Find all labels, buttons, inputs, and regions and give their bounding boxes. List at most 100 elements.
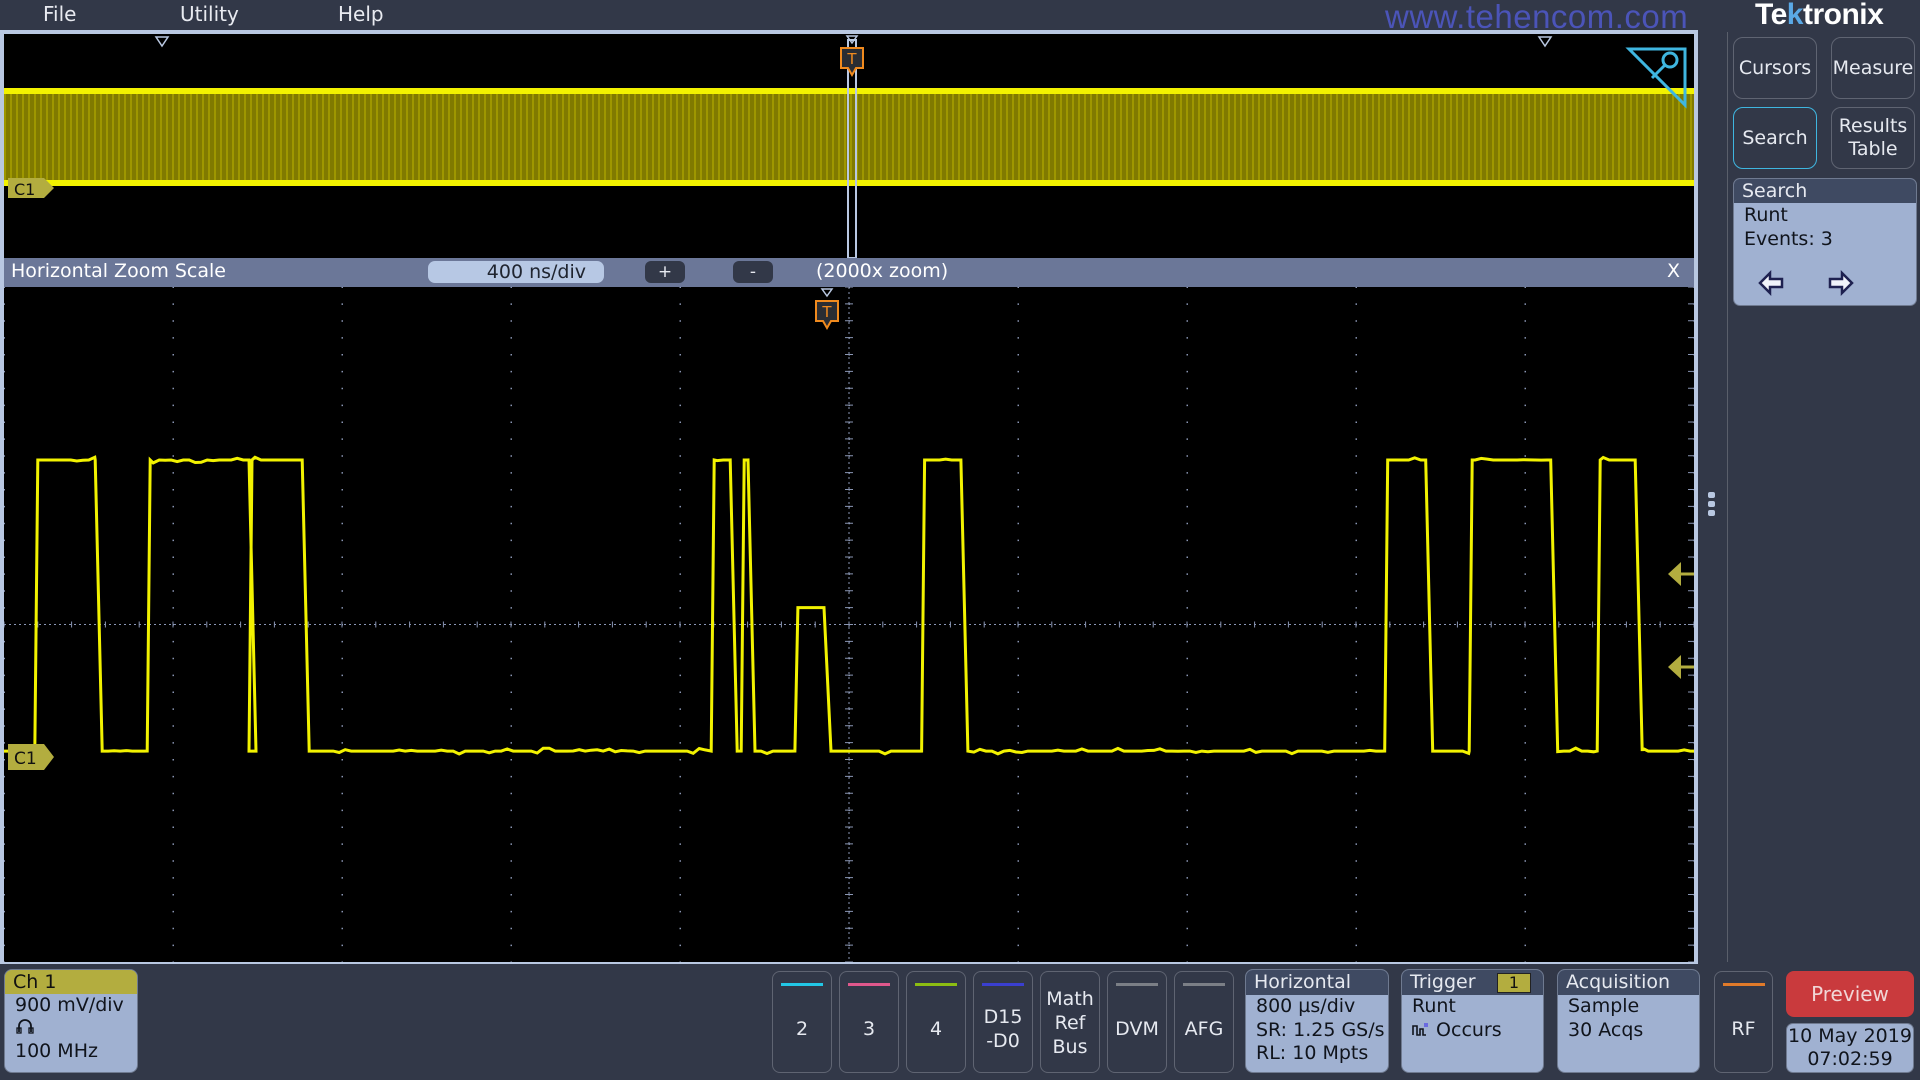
search-button[interactable]: Search	[1733, 107, 1817, 169]
grid-dot	[1524, 826, 1526, 828]
grid-dot	[679, 759, 681, 761]
grid-dot	[1186, 877, 1188, 879]
grid-dot	[172, 472, 174, 474]
grid-dot	[1017, 539, 1019, 542]
close-zoom-button[interactable]: X	[1667, 260, 1680, 282]
grid-dot	[1355, 489, 1357, 491]
grid-dot	[341, 961, 343, 962]
grid-dot	[1017, 725, 1019, 727]
logo-part: k	[1786, 0, 1804, 31]
grid-dot	[1017, 708, 1019, 710]
grid-dot	[341, 320, 343, 322]
channel-1-badge[interactable]: Ch 1 900 mV/div 100 MHz	[4, 969, 138, 1073]
menu-utility[interactable]: Utility	[180, 2, 239, 26]
grid-dot	[1186, 438, 1188, 440]
grid-dot	[679, 775, 681, 778]
grid-dot	[1355, 759, 1357, 761]
trigger-level-high-icon[interactable]	[1668, 562, 1694, 586]
runt-pulse-icon	[1412, 1022, 1428, 1036]
grid-dot	[510, 287, 512, 288]
trigger-badge[interactable]: Trigger 1 Runt Occurs	[1401, 969, 1544, 1073]
channel-2-button[interactable]: 2	[772, 971, 832, 1073]
grid-dot	[172, 455, 174, 457]
tektronix-logo: Tektronix	[1755, 0, 1884, 32]
dvm-label: DVM	[1115, 1018, 1159, 1040]
grid-dot	[4, 573, 5, 575]
grid-dot	[4, 674, 5, 677]
grid-dot	[172, 826, 174, 828]
channel-1-marker[interactable]: C1	[8, 744, 54, 770]
grid-dot	[1186, 539, 1188, 542]
grid-dot	[510, 877, 512, 879]
trigger-marker-icon[interactable]: T	[840, 47, 864, 78]
channel-4-button[interactable]: 4	[906, 971, 966, 1073]
preview-button[interactable]: Preview	[1786, 971, 1914, 1017]
grid-dot	[679, 472, 681, 474]
grid-dot	[1355, 674, 1357, 677]
grid-dot	[1524, 337, 1526, 339]
grid-dot	[1186, 472, 1188, 474]
grid-dot	[1355, 455, 1357, 457]
grid-dot	[1186, 404, 1188, 407]
grid-dot	[341, 809, 343, 812]
channel-1-marker[interactable]: C1	[8, 178, 54, 199]
grid-dot	[1017, 927, 1019, 930]
rf-button[interactable]: RF	[1714, 971, 1773, 1073]
zoom-scale-field[interactable]: 400 ns/div	[428, 261, 604, 283]
menu-help[interactable]: Help	[338, 2, 384, 26]
arrow-right-icon[interactable]	[1828, 269, 1854, 297]
cursors-button[interactable]: Cursors	[1733, 37, 1817, 99]
grid-dot	[1017, 742, 1019, 744]
grid-dot	[679, 421, 681, 423]
logo-part: Te	[1755, 0, 1787, 31]
grid-dot	[1017, 657, 1019, 660]
math-ref-bus-button[interactable]: Math Ref Bus	[1040, 971, 1100, 1073]
overview-waveform[interactable]: T C1	[4, 34, 1694, 258]
grid-dot	[1186, 826, 1188, 828]
dvm-button[interactable]: DVM	[1107, 971, 1167, 1073]
grid-dot	[1017, 573, 1019, 575]
grid-dot	[4, 287, 5, 288]
zoomed-waveform-view[interactable]: T C1	[4, 287, 1694, 962]
horizontal-badge[interactable]: Horizontal 800 µs/div SR: 1.25 GS/s RL: …	[1245, 969, 1389, 1073]
grid-dot	[1186, 910, 1188, 913]
grid-dot	[172, 961, 174, 962]
grid-dot	[679, 590, 681, 592]
grid-dot	[679, 657, 681, 660]
zoom-in-button[interactable]: +	[645, 261, 685, 283]
grid-dot	[341, 573, 343, 575]
zoom-out-button[interactable]: -	[733, 261, 773, 283]
grid-dot	[172, 843, 174, 845]
measure-button[interactable]: Measure	[1831, 37, 1915, 99]
channel-3-button[interactable]: 3	[839, 971, 899, 1073]
digital-channels-button[interactable]: D15 -D0	[973, 971, 1033, 1073]
grid-dot	[510, 894, 512, 896]
arrow-left-icon[interactable]	[1758, 269, 1784, 297]
grid-dot	[510, 455, 512, 457]
results-table-button[interactable]: Results Table	[1831, 107, 1915, 169]
acquisition-badge[interactable]: Acquisition Sample 30 Acqs	[1557, 969, 1700, 1073]
grid-dot	[341, 759, 343, 761]
trigger-marker-icon[interactable]: T	[815, 300, 839, 331]
grid-dot	[679, 910, 681, 913]
grid-dot	[1186, 522, 1188, 525]
digital-label: D15 -D0	[983, 1006, 1023, 1052]
grid-dot	[1524, 927, 1526, 930]
search-badge[interactable]: Search Runt Events: 3	[1733, 178, 1917, 306]
grid-dot	[172, 910, 174, 913]
grid-dot	[1355, 522, 1357, 525]
grid-dot	[341, 370, 343, 373]
grid-dot	[679, 539, 681, 542]
grid-dot	[4, 877, 5, 879]
grid-dot	[510, 489, 512, 491]
menu-file[interactable]: File	[43, 2, 76, 26]
afg-button[interactable]: AFG	[1174, 971, 1234, 1073]
grid-dot	[1355, 421, 1357, 423]
grid-dot	[4, 775, 5, 778]
grid-dot	[1355, 303, 1357, 305]
panel-drag-handle[interactable]	[1708, 492, 1716, 519]
grid-dot	[341, 927, 343, 930]
grid-dot	[510, 505, 512, 508]
grid-dot	[4, 337, 5, 339]
grid-dot	[1524, 775, 1526, 778]
